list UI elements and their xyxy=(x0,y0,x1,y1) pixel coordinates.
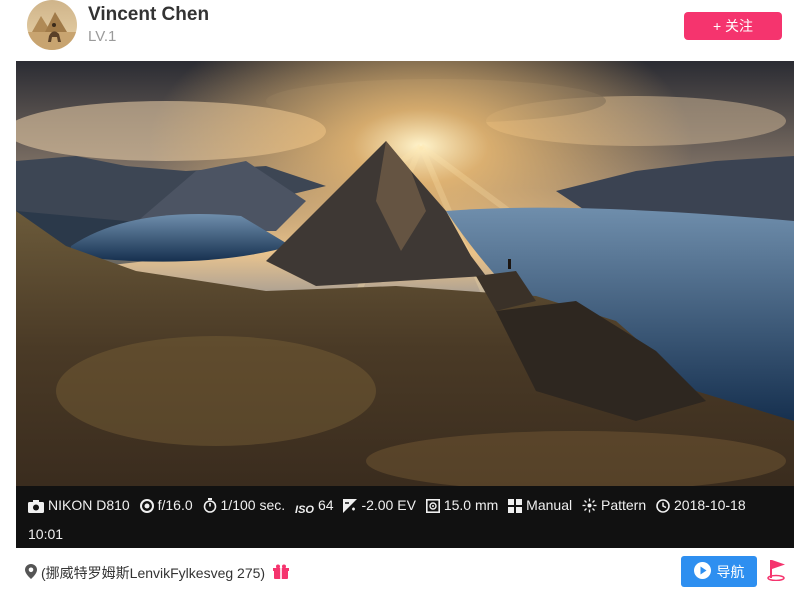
metering-mode: Pattern xyxy=(600,497,647,513)
capture-date: 2018-10-18 xyxy=(674,497,746,513)
shooting-mode: Manual xyxy=(526,497,573,513)
avatar[interactable] xyxy=(27,0,77,50)
capture-time: 10:01 xyxy=(28,526,64,542)
navigation-label: 导航 xyxy=(716,563,745,580)
camera-icon xyxy=(28,496,44,520)
location-row: (挪威特罗姆斯LenvikFylkesveg 275) xyxy=(25,563,290,583)
camera-model: NIKON D810 xyxy=(48,497,130,513)
location-pin-icon xyxy=(25,564,37,582)
user-level: LV.1 xyxy=(88,28,117,45)
aperture-icon xyxy=(139,496,154,520)
focal-length: 15.0 mm xyxy=(443,497,499,513)
post-header: Vincent Chen LV.1 + 关注 xyxy=(0,0,800,60)
focal-length-icon xyxy=(425,496,440,520)
metering-icon xyxy=(582,496,597,520)
navigation-button[interactable]: 导航 xyxy=(681,556,757,587)
iso-value: 64 xyxy=(317,497,334,513)
flag-icon[interactable] xyxy=(767,559,787,586)
user-name[interactable]: Vincent Chen xyxy=(88,4,209,26)
exposure-value: -2.00 EV xyxy=(361,497,416,513)
follow-button[interactable]: + 关注 xyxy=(684,12,782,40)
landscape-photo[interactable] xyxy=(16,61,794,486)
iso-icon: ISO xyxy=(295,504,314,516)
shutter-speed: 1/100 sec. xyxy=(220,497,286,513)
exposure-icon xyxy=(343,496,358,520)
aperture-value: f/16.0 xyxy=(157,497,193,513)
gift-icon[interactable] xyxy=(273,564,290,583)
play-icon xyxy=(693,561,711,582)
timer-icon xyxy=(203,496,217,520)
clock-icon xyxy=(656,496,670,520)
location-text[interactable]: (挪威特罗姆斯LenvikFylkesveg 275) xyxy=(41,563,265,583)
exif-bar: NIKON D810 f/16.0 1/100 sec. ISO 64 -2.00… xyxy=(16,486,794,548)
mode-icon xyxy=(508,496,523,520)
